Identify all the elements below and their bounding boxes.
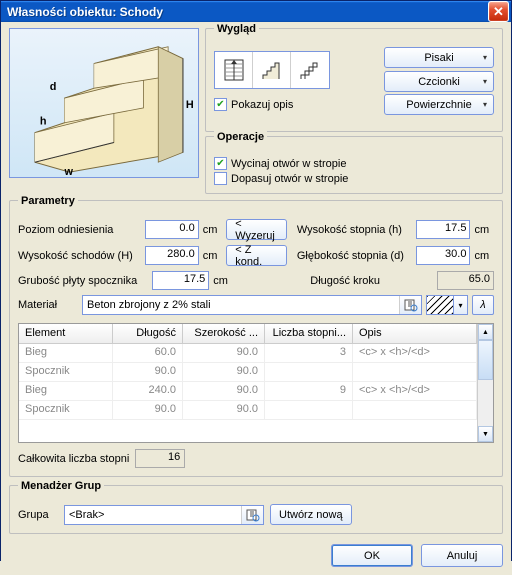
grubosc-input[interactable]: 17.5 (152, 271, 209, 290)
grupa-label: Grupa (18, 509, 58, 521)
scroll-up-icon[interactable]: ▲ (478, 324, 493, 340)
lambda-button[interactable]: λ (472, 295, 494, 315)
ok-button[interactable]: OK (331, 544, 413, 567)
wys-stopnia-label: Wysokość stopnia (h) (297, 224, 412, 236)
svg-text:h: h (40, 116, 47, 128)
wys-stopnia-input[interactable]: 17.5 (416, 220, 470, 239)
parametry-group: Parametry Poziom odniesienia 0.0 cm < Wy… (9, 200, 503, 477)
elements-grid: Element Długość Szerokość ... Liczba sto… (18, 323, 494, 443)
grubosc-label: Grubość płyty spocznika (18, 275, 148, 287)
wycinaj-label: Wycinaj otwór w stropie (231, 158, 346, 170)
menadzer-legend: Menadżer Grup (18, 480, 104, 492)
window-title: Własności obiektu: Schody (7, 5, 488, 19)
material-combo[interactable]: Beton zbrojony z 2% stali (82, 295, 422, 315)
material-label: Materiał (18, 299, 78, 311)
svg-text:w: w (64, 166, 74, 177)
table-row[interactable]: Bieg240.090.09<c> x <h>/<d> (19, 382, 477, 401)
col-element[interactable]: Element (19, 324, 113, 343)
dopasuj-label: Dopasuj otwór w stropie (231, 173, 348, 185)
grupa-browse-icon[interactable] (241, 506, 263, 524)
svg-text:d: d (50, 81, 57, 93)
dialog-window: Własności obiektu: Schody ✕ d h w H (0, 0, 512, 561)
gleb-stopnia-input[interactable]: 30.0 (416, 246, 470, 265)
dopasuj-checkbox[interactable] (214, 172, 227, 185)
titlebar: Własności obiektu: Schody ✕ (1, 1, 511, 22)
operacje-group: Operacje ✔ Wycinaj otwór w stropie Dopas… (205, 136, 503, 194)
grupa-combo[interactable]: <Brak> (64, 505, 264, 525)
menadzer-group: Menadżer Grup Grupa <Brak> Utwórz nową (9, 485, 503, 534)
czcionki-button[interactable]: Czcionki▾ (384, 71, 494, 92)
operacje-legend: Operacje (214, 131, 267, 143)
poziom-input[interactable]: 0.0 (145, 220, 199, 239)
dl-kroku-value: 65.0 (437, 271, 494, 290)
wys-schodow-input[interactable]: 280.0 (145, 246, 199, 265)
cancel-button[interactable]: Anuluj (421, 544, 503, 567)
hatch-pattern-combo[interactable]: ▾ (426, 295, 468, 315)
view-side-icon[interactable] (253, 52, 291, 88)
powierzchnie-button[interactable]: Powierzchnie▾ (384, 94, 494, 115)
view-plan-icon[interactable] (215, 52, 253, 88)
col-dlugosc[interactable]: Długość (113, 324, 183, 343)
new-group-button[interactable]: Utwórz nową (270, 504, 352, 525)
table-row[interactable]: Bieg60.090.03<c> x <h>/<d> (19, 344, 477, 363)
wys-schodow-label: Wysokość schodów (H) (18, 250, 141, 262)
wyglad-legend: Wygląd (214, 23, 259, 35)
zkond-button[interactable]: < Z kond. (226, 245, 287, 266)
col-opis[interactable]: Opis (353, 324, 477, 343)
pokazuj-opis-label: Pokazuj opis (231, 99, 293, 111)
poziom-label: Poziom odniesienia (18, 224, 141, 236)
grid-scrollbar[interactable]: ▲ ▼ (477, 324, 493, 442)
stairs-diagram: d h w H (9, 28, 199, 178)
table-row[interactable]: Spocznik90.090.0 (19, 363, 477, 382)
wycinaj-checkbox[interactable]: ✔ (214, 157, 227, 170)
col-szerokosc[interactable]: Szerokość ... (183, 324, 265, 343)
pisaki-button[interactable]: Pisaki▾ (384, 47, 494, 68)
pokazuj-opis-checkbox[interactable]: ✔ (214, 98, 227, 111)
table-row[interactable]: Spocznik90.090.0 (19, 401, 477, 420)
view-section-icon[interactable] (291, 52, 329, 88)
total-value: 16 (135, 449, 185, 468)
material-browse-icon[interactable] (399, 296, 421, 314)
total-label: Całkowita liczba stopni (18, 453, 129, 465)
svg-text:H: H (186, 99, 194, 111)
parametry-legend: Parametry (18, 195, 78, 207)
close-icon[interactable]: ✕ (488, 1, 509, 22)
dl-kroku-label: Długość kroku (310, 275, 433, 287)
wyzeruj-button[interactable]: < Wyzeruj (226, 219, 287, 240)
wyglad-group: Wygląd Pisaki▾ Czcionki▾ (205, 28, 503, 132)
col-liczba[interactable]: Liczba stopni... (265, 324, 353, 343)
scroll-down-icon[interactable]: ▼ (478, 426, 493, 442)
gleb-stopnia-label: Głębokość stopnia (d) (297, 250, 412, 262)
view-toggle-group (214, 51, 330, 89)
